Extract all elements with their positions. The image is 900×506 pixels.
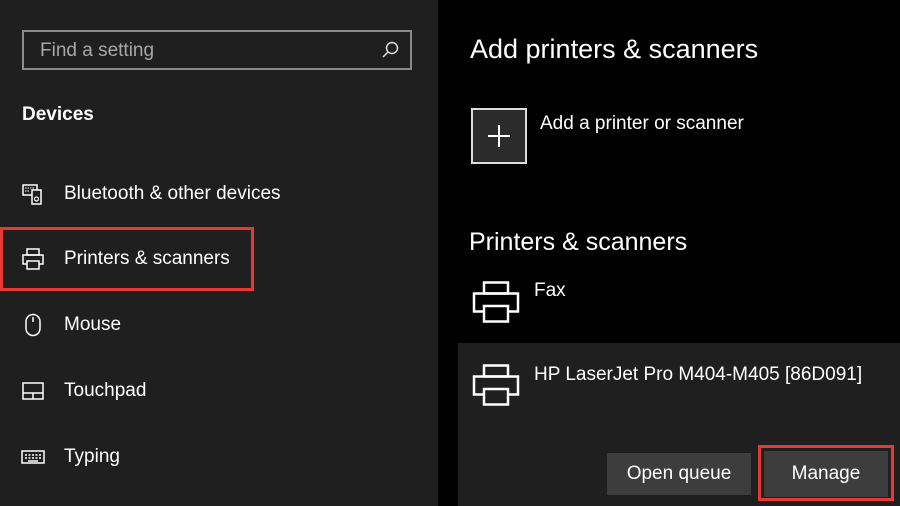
sidebar-item-printers[interactable]: Printers & scanners (0, 231, 438, 287)
touchpad-icon (22, 382, 44, 400)
page-title: Add printers & scanners (470, 34, 759, 64)
printer-icon (472, 364, 520, 406)
add-printer-label[interactable]: Add a printer or scanner (540, 113, 744, 135)
sidebar-item-typing[interactable]: Typing (0, 429, 438, 485)
sidebar-item-touchpad[interactable]: Touchpad (0, 363, 438, 419)
sidebar-item-label: Bluetooth & other devices (64, 183, 281, 204)
search-input[interactable] (38, 32, 372, 70)
search-icon[interactable] (380, 40, 400, 60)
keyboard-icon (21, 450, 45, 464)
sidebar-item-label: Touchpad (64, 380, 147, 401)
sidebar-item-bluetooth[interactable]: Bluetooth & other devices (0, 166, 438, 222)
section-title-printers: Printers & scanners (469, 228, 688, 256)
sidebar-item-label: Printers & scanners (64, 248, 230, 269)
manage-button[interactable]: Manage (764, 451, 888, 497)
sidebar-item-mouse[interactable]: Mouse (0, 297, 438, 353)
sidebar-item-label: Mouse (64, 314, 122, 335)
printer-name-hp: HP LaserJet Pro M404-M405 [86D091] (534, 364, 863, 385)
settings-sidebar: Devices Bluetooth & other devices Printe… (0, 0, 438, 506)
plus-icon (488, 125, 510, 147)
printer-icon (22, 248, 44, 270)
search-box[interactable] (22, 30, 412, 70)
sidebar-item-label: Typing (64, 446, 120, 467)
section-title-devices: Devices (22, 104, 94, 125)
printer-icon (472, 281, 520, 323)
open-queue-button[interactable]: Open queue (607, 453, 751, 495)
printer-item-fax[interactable]: Fax (534, 280, 566, 302)
bluetooth-devices-icon (22, 184, 42, 205)
add-printer-button[interactable] (471, 108, 527, 164)
mouse-icon (25, 313, 41, 337)
